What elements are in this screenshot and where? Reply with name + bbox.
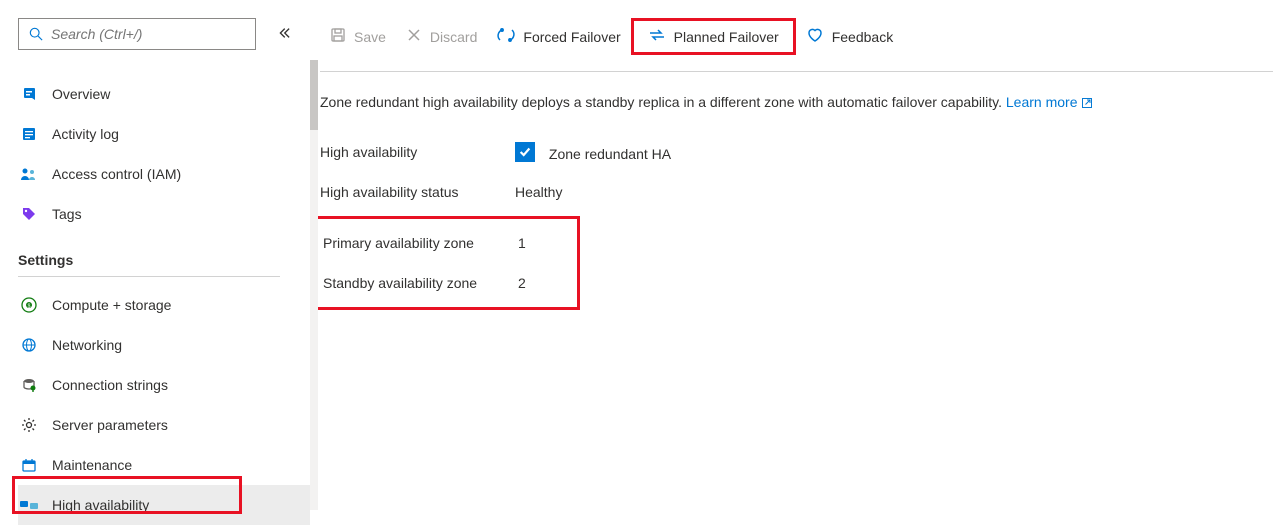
toolbar: Save Discard Forced Failover P	[320, 18, 1273, 72]
nav-label: Access control (IAM)	[52, 166, 181, 182]
primary-zone-value: 1	[518, 235, 526, 251]
standby-zone-value: 2	[518, 275, 526, 291]
feedback-label: Feedback	[832, 29, 893, 45]
svg-text:$: $	[28, 304, 31, 310]
save-button[interactable]: Save	[320, 23, 396, 50]
overview-icon	[20, 85, 38, 103]
description-text: Zone redundant high availability deploys…	[320, 94, 1006, 110]
nav-label: Activity log	[52, 126, 119, 142]
connection-icon	[20, 376, 38, 394]
feedback-icon	[806, 27, 824, 46]
tags-icon	[20, 205, 38, 223]
nav-activity-log[interactable]: Activity log	[18, 114, 298, 154]
nav-networking[interactable]: Networking	[18, 325, 298, 365]
learn-more-link[interactable]: Learn more	[1006, 94, 1093, 110]
search-icon	[27, 25, 45, 43]
ha-label: High availability	[320, 144, 515, 160]
gear-icon	[20, 416, 38, 434]
status-value: Healthy	[515, 184, 562, 200]
primary-zone-row: Primary availability zone 1	[323, 223, 577, 263]
status-row: High availability status Healthy	[320, 172, 1283, 212]
main-content: Save Discard Forced Failover P	[320, 0, 1283, 518]
standby-zone-row: Standby availability zone 2	[323, 263, 577, 303]
networking-icon	[20, 336, 38, 354]
nav-access-control[interactable]: Access control (IAM)	[18, 154, 298, 194]
nav-compute-storage[interactable]: $ Compute + storage	[18, 285, 298, 325]
nav-label: Server parameters	[52, 417, 168, 433]
scrollbar[interactable]	[310, 60, 318, 510]
planned-failover-icon	[648, 27, 666, 46]
activitylog-icon	[20, 125, 38, 143]
nav-label: Maintenance	[52, 457, 132, 473]
nav-tags[interactable]: Tags	[18, 194, 298, 234]
ha-icon	[20, 496, 38, 514]
search-input[interactable]	[51, 26, 247, 42]
maintenance-icon	[20, 456, 38, 474]
sidebar: Overview Activity log Access control (IA…	[0, 0, 320, 518]
scrollbar-thumb[interactable]	[310, 60, 318, 130]
standby-zone-label: Standby availability zone	[323, 275, 518, 291]
status-label: High availability status	[320, 184, 515, 200]
discard-label: Discard	[430, 29, 477, 45]
collapse-sidebar-icon[interactable]	[276, 26, 290, 43]
nav-maintenance[interactable]: Maintenance	[18, 445, 298, 485]
search-input-wrap[interactable]	[18, 18, 256, 50]
planned-failover-label: Planned Failover	[674, 29, 779, 45]
planned-failover-button[interactable]: Planned Failover	[638, 23, 789, 50]
forced-failover-label: Forced Failover	[523, 29, 620, 45]
nav-high-availability[interactable]: High availability	[18, 485, 310, 525]
highlight-annotation: Planned Failover	[631, 18, 796, 55]
settings-header: Settings	[18, 252, 280, 277]
nav-overview[interactable]: Overview	[18, 74, 298, 114]
save-icon	[330, 27, 346, 46]
highlight-annotation: Primary availability zone 1 Standby avai…	[312, 216, 580, 310]
nav-label: Networking	[52, 337, 122, 353]
forced-failover-button[interactable]: Forced Failover	[487, 23, 630, 50]
nav-label: Tags	[52, 206, 82, 222]
nav-server-parameters[interactable]: Server parameters	[18, 405, 298, 445]
access-control-icon	[20, 165, 38, 183]
description: Zone redundant high availability deploys…	[320, 94, 1283, 110]
feedback-button[interactable]: Feedback	[796, 23, 903, 50]
nav-connection-strings[interactable]: Connection strings	[18, 365, 298, 405]
nav-label: Overview	[52, 86, 110, 102]
ha-checkbox-label: Zone redundant HA	[549, 146, 671, 162]
ha-checkbox[interactable]	[515, 142, 535, 162]
nav-label: High availability	[52, 497, 149, 513]
discard-button[interactable]: Discard	[396, 23, 487, 50]
ha-row: High availability Zone redundant HA	[320, 132, 1283, 172]
compute-icon: $	[20, 296, 38, 314]
ha-value: Zone redundant HA	[515, 142, 671, 162]
nav-label: Compute + storage	[52, 297, 171, 313]
nav-label: Connection strings	[52, 377, 168, 393]
primary-zone-label: Primary availability zone	[323, 235, 518, 251]
save-label: Save	[354, 29, 386, 45]
discard-icon	[406, 27, 422, 46]
forced-failover-icon	[497, 27, 515, 46]
